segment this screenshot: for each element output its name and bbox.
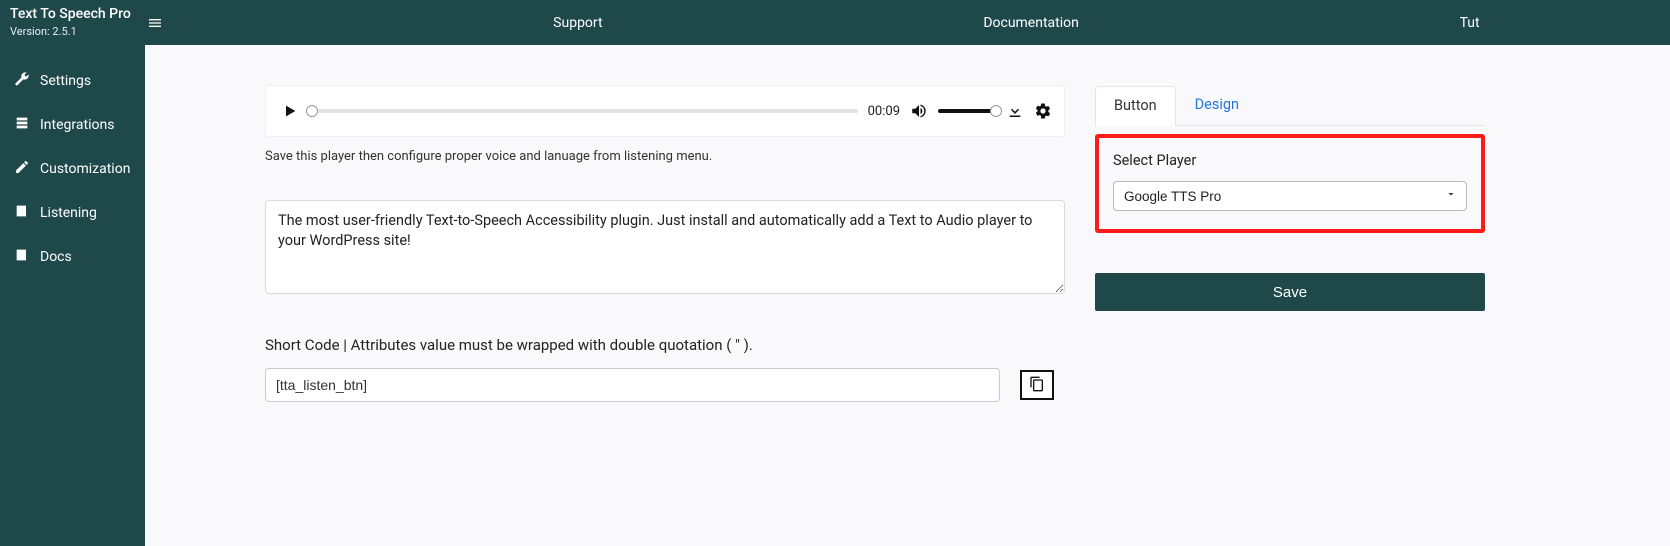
sidebar: Settings Integrations Customization List… [0,45,145,546]
volume-slider[interactable] [938,109,996,113]
player-time: 00:09 [868,104,900,119]
edit-icon [14,159,30,179]
listening-icon [14,203,30,223]
select-player-panel: Select Player Google TTS Pro [1095,134,1485,233]
audio-player: 00:09 [265,85,1065,137]
gear-icon[interactable] [1034,102,1052,120]
nav-documentation[interactable]: Documentation [983,15,1079,31]
top-nav: Support Documentation Tut [163,15,1670,31]
tts-text-input[interactable] [265,200,1065,294]
seek-thumb[interactable] [306,105,318,117]
shell: Settings Integrations Customization List… [0,45,1670,546]
seek-bar[interactable] [312,109,858,113]
sidebar-item-customization[interactable]: Customization [0,147,145,191]
right-column: Button Design Select Player Google TTS P… [1095,85,1485,311]
integrations-icon [14,115,30,135]
select-player-label: Select Player [1113,152,1467,169]
download-icon[interactable] [1006,102,1024,120]
sidebar-item-integrations[interactable]: Integrations [0,103,145,147]
text-wrapper [265,200,1065,298]
shortcode-input[interactable] [265,368,1000,402]
docs-icon [14,247,30,267]
brand: Text To Speech Pro Version: 2.5.1 [0,3,143,41]
wrench-icon [14,71,30,91]
app-version: Version: 2.5.1 [10,25,131,38]
select-player-dropdown[interactable]: Google TTS Pro [1113,181,1467,211]
sidebar-item-settings[interactable]: Settings [0,59,145,103]
select-player-wrap: Google TTS Pro [1113,181,1467,211]
sidebar-item-label: Integrations [40,117,114,133]
tab-design[interactable]: Design [1176,85,1258,125]
player-hint: Save this player then configure proper v… [265,149,1065,164]
sidebar-item-label: Customization [40,161,130,177]
shortcode-row [265,368,1065,402]
save-button[interactable]: Save [1095,273,1485,311]
sidebar-item-label: Listening [40,205,97,221]
sidebar-item-label: Settings [40,73,91,89]
sidebar-item-label: Docs [40,249,72,265]
volume-thumb[interactable] [990,105,1002,117]
hamburger-icon[interactable] [147,15,163,31]
nav-tutorial[interactable]: Tut [1460,15,1480,31]
play-button[interactable] [278,99,302,123]
copy-icon [1029,376,1045,395]
tab-button[interactable]: Button [1095,86,1176,126]
app-title: Text To Speech Pro [10,7,131,22]
copy-shortcode-button[interactable] [1020,370,1054,400]
right-tabs: Button Design [1095,85,1485,126]
nav-support[interactable]: Support [553,15,602,31]
main: 00:09 Save this player then configure pr… [145,45,1670,546]
top-bar: Text To Speech Pro Version: 2.5.1 Suppor… [0,0,1670,45]
seek-track[interactable] [312,109,858,113]
left-column: 00:09 Save this player then configure pr… [265,85,1065,402]
sidebar-item-listening[interactable]: Listening [0,191,145,235]
shortcode-label: Short Code | Attributes value must be wr… [265,336,1065,354]
volume-icon[interactable] [910,102,928,120]
sidebar-item-docs[interactable]: Docs [0,235,145,279]
